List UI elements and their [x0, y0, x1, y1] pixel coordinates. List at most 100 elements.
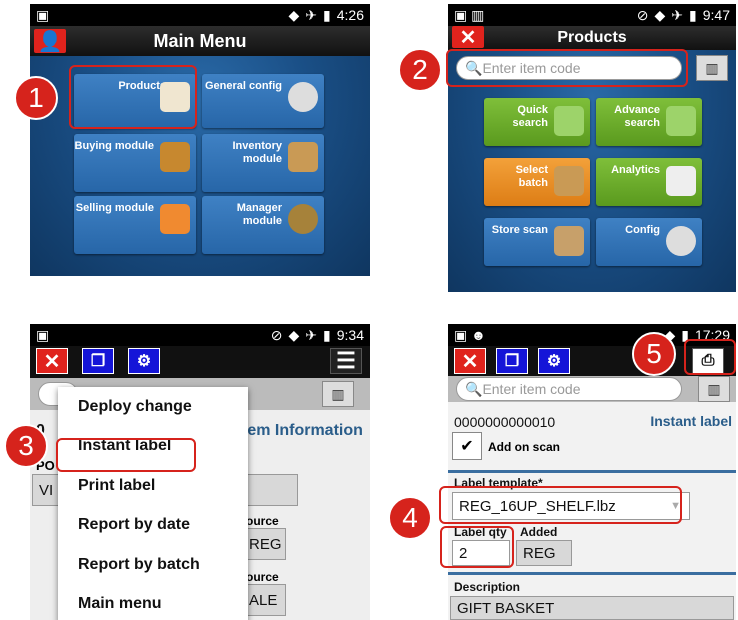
tile-selling-module[interactable]: Selling module	[74, 196, 196, 254]
battery-icon: ▮	[323, 6, 331, 23]
settings-button[interactable]: ⚙	[128, 348, 160, 374]
highlight-instant-label	[56, 438, 196, 472]
barcode-scan-button[interactable]: ▥	[696, 55, 728, 81]
wifi-icon: ◆	[288, 326, 300, 343]
money-bag-icon	[288, 204, 318, 234]
mode-label: Instant label	[650, 413, 732, 429]
description-field: GIFT BASKET	[450, 596, 734, 620]
tile-general-config[interactable]: General config	[202, 74, 324, 128]
copy-icon: ❐	[90, 353, 106, 370]
barcode-icon: ▥	[331, 385, 345, 402]
handshake-icon	[160, 204, 190, 234]
barcode-scan-button[interactable]: ▥	[698, 376, 730, 402]
highlight-label-qty	[440, 526, 514, 568]
tile-manager-module[interactable]: Manager module	[202, 196, 324, 254]
search-row: 🔍 Enter item code ▥	[448, 376, 736, 402]
added-label: Added	[520, 525, 558, 539]
overflow-menu: Deploy change Instant label Print label …	[58, 387, 248, 620]
callout-3: 3	[4, 424, 48, 468]
highlight-print-button	[684, 339, 736, 375]
menu-item-report-by-date[interactable]: Report by date	[58, 506, 248, 546]
barcode-icon: ▥	[705, 59, 719, 76]
tile-select-batch[interactable]: Select batch	[484, 158, 590, 206]
box-icon	[554, 166, 584, 196]
tile-quick-search[interactable]: Quick search	[484, 98, 590, 146]
settings-button[interactable]: ⚙	[538, 348, 570, 374]
hamburger-icon: ☰	[336, 348, 356, 373]
close-button[interactable]: ✕	[452, 26, 484, 49]
item-code: 0000000000010	[454, 414, 556, 430]
image-icon: ▣	[36, 6, 50, 23]
title-bar: 👤 Main Menu	[30, 26, 370, 56]
copy-icon: ❐	[504, 353, 520, 370]
tile-label: General config	[204, 80, 282, 92]
gear-icon	[666, 226, 696, 256]
briefcase-icon	[160, 142, 190, 172]
added-field: REG	[516, 540, 572, 566]
barcode-scan-button[interactable]: ▥	[322, 381, 354, 407]
gear-icon: ⚙	[546, 353, 562, 370]
tile-label: Config	[625, 224, 660, 236]
highlight-search	[446, 49, 688, 87]
wifi-icon: ◆	[288, 6, 300, 23]
tile-advance-search[interactable]: Advance search	[596, 98, 702, 146]
source-label: ource	[246, 514, 279, 528]
copy-button[interactable]: ❐	[496, 348, 528, 374]
airplane-icon: ✈	[671, 6, 684, 23]
tile-label: Quick search	[512, 104, 548, 129]
search-input[interactable]: 🔍 Enter item code	[456, 377, 682, 401]
menu-item-main-menu[interactable]: Main menu	[58, 585, 248, 620]
mute-icon: ⊘	[636, 6, 649, 23]
gear-icon: ⚙	[136, 353, 152, 370]
tile-buying-module[interactable]: Buying module	[74, 134, 196, 192]
close-button[interactable]: ✕	[36, 348, 68, 374]
panel-products: ▣ ▥ ⊘ ◆ ✈ ▮ 9:47 ✕ Products 🔍 Enter item code…	[448, 4, 736, 292]
image-icon: ▣ ☻	[454, 326, 486, 343]
source-label: ource	[246, 570, 279, 584]
tile-label: Buying module	[74, 140, 154, 152]
reg-field: REG	[242, 528, 286, 560]
mute-icon: ⊘	[270, 326, 283, 343]
user-button[interactable]: 👤	[34, 29, 66, 53]
page-title: Products	[557, 29, 627, 46]
menu-button[interactable]: ☰	[330, 348, 362, 374]
magnifier-icon	[554, 106, 584, 136]
battery-icon: ▮	[689, 6, 697, 23]
title-bar: ✕ Products	[448, 26, 736, 50]
status-bar: ▣ ▥ ⊘ ◆ ✈ ▮ 9:47	[448, 4, 736, 26]
item-information-heading: tem Information	[242, 422, 363, 439]
image-icon: ▣	[36, 326, 50, 343]
tile-inventory-module[interactable]: Inventory module	[202, 134, 324, 192]
menu-item-report-by-batch[interactable]: Report by batch	[58, 545, 248, 585]
callout-5: 5	[632, 332, 676, 376]
tile-label: Select batch	[515, 164, 548, 189]
menu-item-deploy-change[interactable]: Deploy change	[58, 387, 248, 427]
magnifier-person-icon	[666, 106, 696, 136]
blank-field	[246, 474, 298, 506]
add-on-scan-label: Add on scan	[488, 440, 561, 454]
tile-analytics[interactable]: Analytics	[596, 158, 702, 206]
tile-label: Selling module	[75, 202, 154, 214]
box-icon	[288, 142, 318, 172]
divider	[448, 470, 736, 473]
scanner-icon	[554, 226, 584, 256]
battery-icon: ▮	[323, 326, 331, 343]
callout-2: 2	[398, 48, 442, 92]
image-icon: ▣ ▥	[454, 6, 485, 23]
panel-menu-dropdown: ▣ ⊘◆✈▮9:34 ✕ ❐ ⚙ ☰ ▥ 0 tem Information P…	[30, 324, 370, 620]
wifi-icon: ◆	[654, 6, 666, 23]
clock: 4:26	[336, 7, 364, 23]
tile-config[interactable]: Config	[596, 218, 702, 266]
ale-field: ALE	[242, 584, 286, 616]
airplane-icon: ✈	[305, 6, 318, 23]
copy-button[interactable]: ❐	[82, 348, 114, 374]
tile-label: Advance search	[614, 104, 660, 129]
tile-store-scan[interactable]: Store scan	[484, 218, 590, 266]
add-on-scan-checkbox[interactable]: ✔	[452, 432, 482, 460]
panel-main-menu: ▣ ◆ ✈ ▮ 4:26 👤 Main Menu Products General c…	[30, 4, 370, 276]
status-bar: ▣ ◆ ✈ ▮ 4:26	[30, 4, 370, 26]
search-placeholder: Enter item code	[482, 381, 581, 397]
search-icon: 🔍	[465, 380, 483, 397]
spreadsheet-icon	[666, 166, 696, 196]
close-button[interactable]: ✕	[454, 348, 486, 374]
